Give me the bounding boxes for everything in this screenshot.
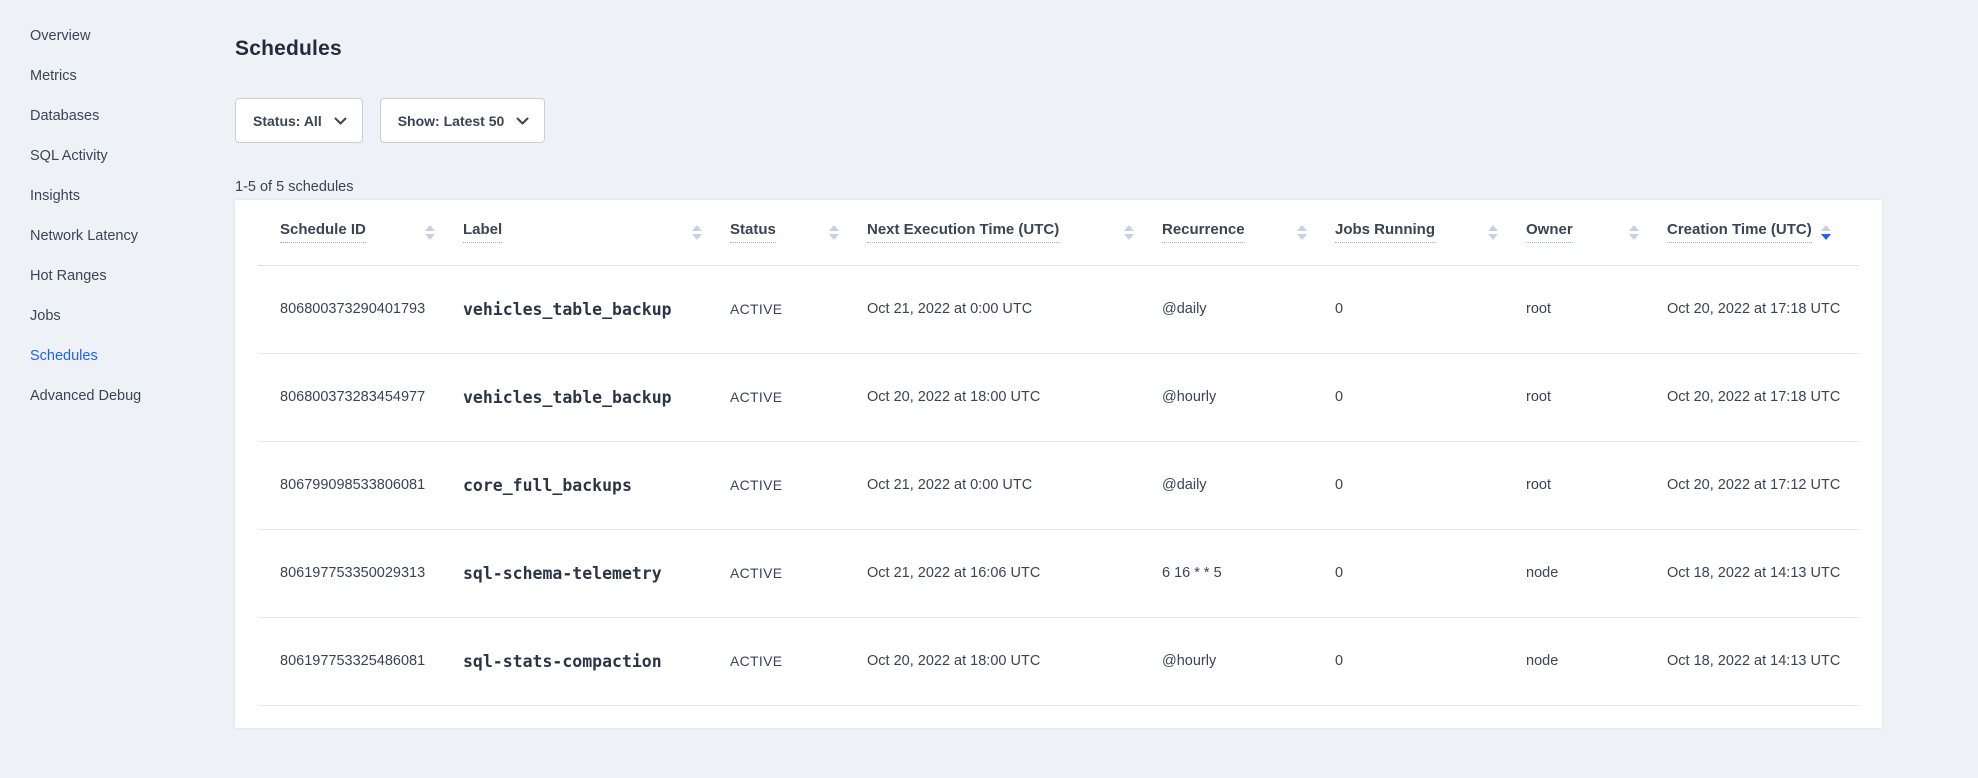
sort-icon (1124, 225, 1134, 240)
recurrence-cell: @daily (1162, 265, 1335, 353)
sidebar-item-network-latency[interactable]: Network Latency (0, 216, 235, 256)
main-content: Schedules Status: All Show: Latest 50 1-… (235, 0, 1978, 778)
sidebar-item-insights[interactable]: Insights (0, 176, 235, 216)
sidebar-item-hot-ranges[interactable]: Hot Ranges (0, 256, 235, 296)
label-cell: core_full_backups (463, 441, 730, 529)
column-label: Recurrence (1162, 221, 1245, 243)
column-header-owner[interactable]: Owner (1526, 200, 1667, 265)
app-layout: Overview Metrics Databases SQL Activity … (0, 0, 1978, 778)
table-row: 806800373290401793 vehicles_table_backup… (258, 265, 1859, 353)
sidebar-item-sql-activity[interactable]: SQL Activity (0, 136, 235, 176)
label-cell: vehicles_table_backup (463, 265, 730, 353)
filter-bar: Status: All Show: Latest 50 (235, 98, 1978, 143)
sidebar-item-advanced-debug[interactable]: Advanced Debug (0, 376, 235, 416)
status-filter-label: Status: All (253, 113, 322, 129)
column-header-jobs-running[interactable]: Jobs Running (1335, 200, 1526, 265)
show-filter-label: Show: Latest 50 (398, 113, 505, 129)
sort-icon (829, 225, 839, 240)
status-filter-dropdown[interactable]: Status: All (235, 98, 363, 143)
results-count: 1-5 of 5 schedules (235, 179, 1978, 197)
label-cell: sql-stats-compaction (463, 617, 730, 705)
column-header-schedule-id[interactable]: Schedule ID (258, 200, 463, 265)
column-label: Creation Time (UTC) (1667, 221, 1812, 243)
column-label: Jobs Running (1335, 221, 1435, 243)
table-row: 806800373283454977 vehicles_table_backup… (258, 353, 1859, 441)
owner-cell: node (1526, 529, 1667, 617)
column-header-next-execution-time[interactable]: Next Execution Time (UTC) (867, 200, 1162, 265)
owner-cell: root (1526, 353, 1667, 441)
sort-icon (1297, 225, 1307, 240)
table-row: 806197753350029313 sql-schema-telemetry … (258, 529, 1859, 617)
schedule-id-cell: 806197753325486081 (258, 617, 463, 705)
jobs-running-cell: 0 (1335, 617, 1526, 705)
next-execution-cell: Oct 20, 2022 at 18:00 UTC (867, 353, 1162, 441)
schedules-table-card: Schedule ID Label Status Next Execu (235, 200, 1882, 728)
jobs-running-cell: 0 (1335, 529, 1526, 617)
creation-time-cell: Oct 18, 2022 at 14:13 UTC (1667, 529, 1859, 617)
chevron-down-icon (334, 117, 347, 125)
label-cell: sql-schema-telemetry (463, 529, 730, 617)
recurrence-cell: @hourly (1162, 353, 1335, 441)
show-filter-dropdown[interactable]: Show: Latest 50 (380, 98, 546, 143)
next-execution-cell: Oct 21, 2022 at 0:00 UTC (867, 265, 1162, 353)
table-header-row: Schedule ID Label Status Next Execu (258, 200, 1859, 265)
sidebar-item-databases[interactable]: Databases (0, 96, 235, 136)
column-header-recurrence[interactable]: Recurrence (1162, 200, 1335, 265)
sidebar: Overview Metrics Databases SQL Activity … (0, 0, 235, 778)
jobs-running-cell: 0 (1335, 441, 1526, 529)
next-execution-cell: Oct 21, 2022 at 0:00 UTC (867, 441, 1162, 529)
column-label: Schedule ID (280, 221, 366, 243)
sidebar-item-schedules[interactable]: Schedules (0, 336, 235, 376)
page-title: Schedules (235, 35, 1978, 62)
sort-icon (1488, 225, 1498, 240)
creation-time-cell: Oct 20, 2022 at 17:12 UTC (1667, 441, 1859, 529)
status-cell: ACTIVE (730, 353, 867, 441)
column-header-label[interactable]: Label (463, 200, 730, 265)
column-label: Owner (1526, 221, 1573, 243)
column-label: Next Execution Time (UTC) (867, 221, 1059, 243)
status-cell: ACTIVE (730, 441, 867, 529)
jobs-running-cell: 0 (1335, 265, 1526, 353)
recurrence-cell: @daily (1162, 441, 1335, 529)
chevron-down-icon (516, 117, 529, 125)
owner-cell: root (1526, 441, 1667, 529)
column-label: Label (463, 221, 502, 243)
schedule-id-cell: 806800373283454977 (258, 353, 463, 441)
status-cell: ACTIVE (730, 265, 867, 353)
column-label: Status (730, 221, 776, 243)
sidebar-item-overview[interactable]: Overview (0, 16, 235, 56)
table-row: 806197753325486081 sql-stats-compaction … (258, 617, 1859, 705)
column-header-creation-time[interactable]: Creation Time (UTC) (1667, 200, 1859, 265)
sidebar-item-jobs[interactable]: Jobs (0, 296, 235, 336)
table-row: 806799098533806081 core_full_backups ACT… (258, 441, 1859, 529)
label-cell: vehicles_table_backup (463, 353, 730, 441)
creation-time-cell: Oct 18, 2022 at 14:13 UTC (1667, 617, 1859, 705)
status-cell: ACTIVE (730, 617, 867, 705)
sort-desc-icon (1821, 225, 1831, 240)
column-header-status[interactable]: Status (730, 200, 867, 265)
status-cell: ACTIVE (730, 529, 867, 617)
creation-time-cell: Oct 20, 2022 at 17:18 UTC (1667, 265, 1859, 353)
next-execution-cell: Oct 21, 2022 at 16:06 UTC (867, 529, 1162, 617)
owner-cell: root (1526, 265, 1667, 353)
owner-cell: node (1526, 617, 1667, 705)
schedule-id-cell: 806197753350029313 (258, 529, 463, 617)
sort-icon (425, 225, 435, 240)
next-execution-cell: Oct 20, 2022 at 18:00 UTC (867, 617, 1162, 705)
schedules-table: Schedule ID Label Status Next Execu (258, 200, 1859, 706)
sidebar-item-metrics[interactable]: Metrics (0, 56, 235, 96)
sort-icon (1629, 225, 1639, 240)
recurrence-cell: 6 16 * * 5 (1162, 529, 1335, 617)
sort-icon (692, 225, 702, 240)
schedule-id-cell: 806799098533806081 (258, 441, 463, 529)
schedule-id-cell: 806800373290401793 (258, 265, 463, 353)
creation-time-cell: Oct 20, 2022 at 17:18 UTC (1667, 353, 1859, 441)
recurrence-cell: @hourly (1162, 617, 1335, 705)
jobs-running-cell: 0 (1335, 353, 1526, 441)
